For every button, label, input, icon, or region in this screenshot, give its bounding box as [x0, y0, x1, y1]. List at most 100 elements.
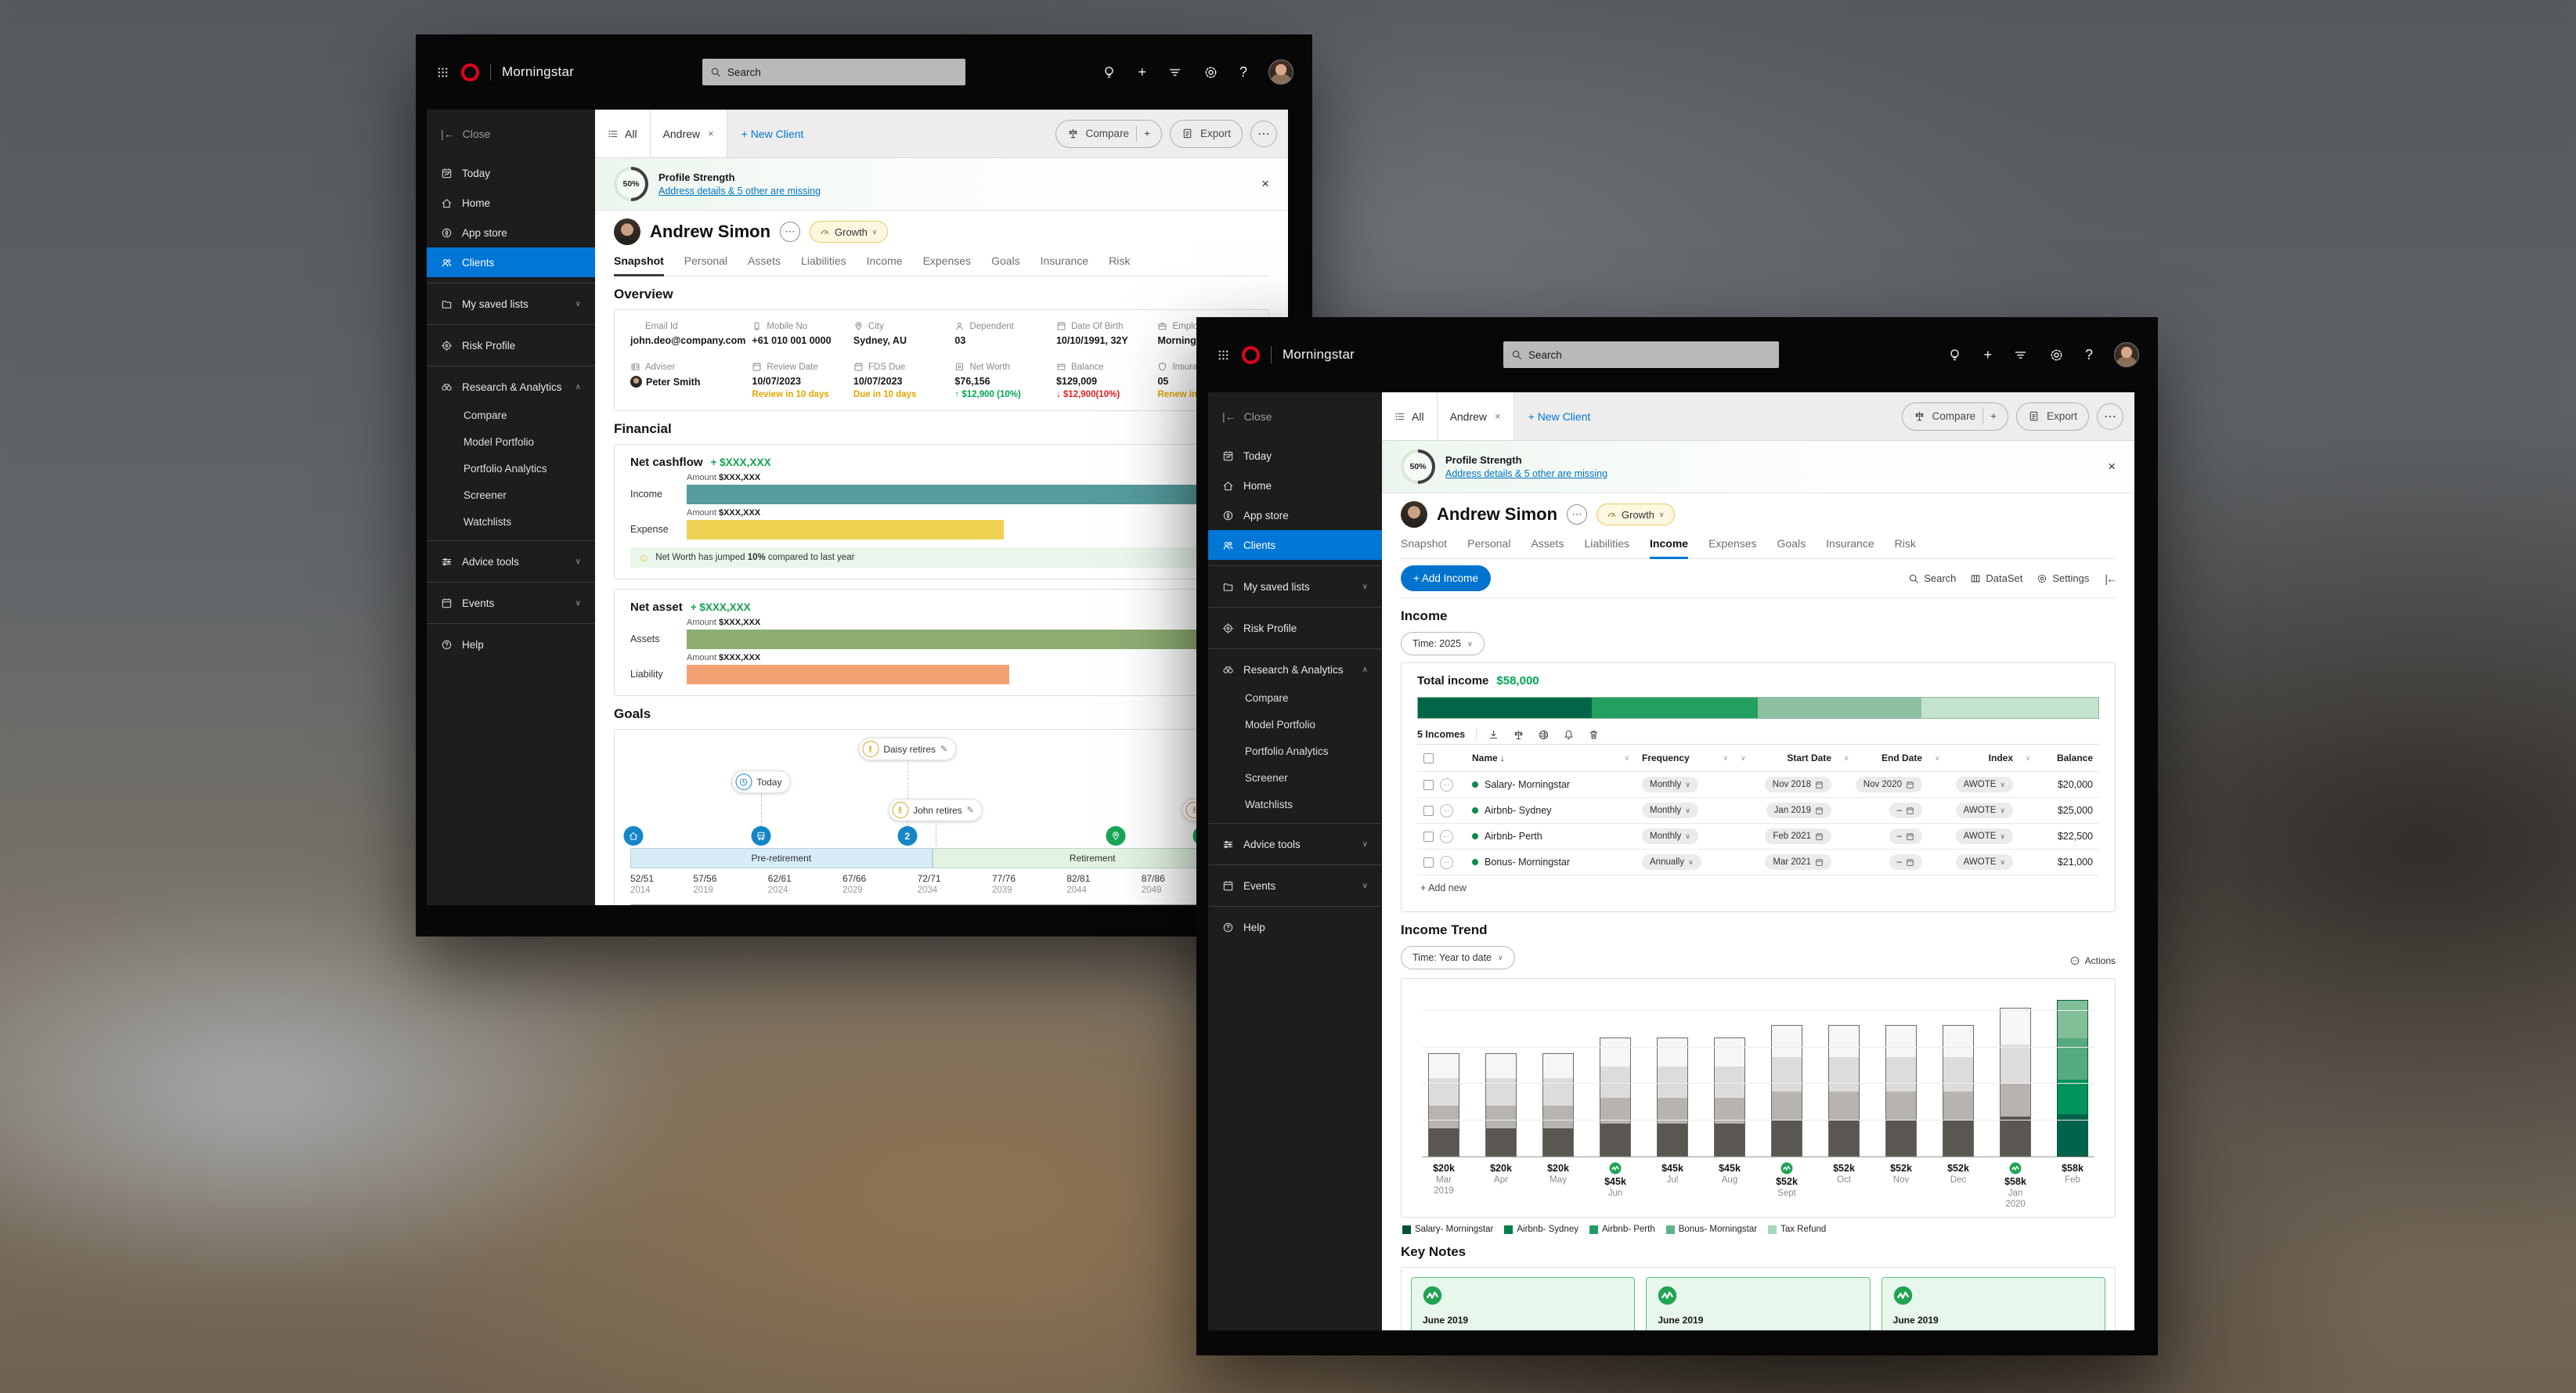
compare-add-icon[interactable]: + [1990, 410, 1997, 422]
row-more-icon[interactable]: ⋯ [1440, 830, 1453, 843]
gear-icon[interactable] [1203, 65, 1218, 80]
sidebar-subitem-watchlists[interactable]: Watchlists [427, 508, 595, 535]
trend-time-filter-dropdown[interactable]: Time: Year to date ∨ [1401, 946, 1515, 969]
key-note-card[interactable]: June 2019 Income is up by 100% from 20k … [1646, 1277, 1870, 1330]
bar-jan-2020[interactable] [2000, 1008, 2031, 1157]
bar-sept[interactable] [1771, 1025, 1802, 1157]
frequency-dropdown[interactable]: Annually ∨ [1642, 854, 1701, 870]
add-income-button[interactable]: + Add Income [1401, 565, 1491, 591]
search-input[interactable]: Search [702, 59, 965, 85]
tab-insurance[interactable]: Insurance [1041, 248, 1088, 276]
actions-button[interactable]: Actions [2069, 955, 2116, 966]
tab-risk[interactable]: Risk [1109, 248, 1130, 276]
compare-button[interactable]: Compare + [1055, 120, 1162, 148]
search-input[interactable]: Search [1503, 341, 1779, 368]
tab-expenses[interactable]: Expenses [923, 248, 971, 276]
start-date-picker[interactable]: Mar 2021 [1765, 854, 1831, 870]
tab-snapshot[interactable]: Snapshot [1401, 531, 1447, 558]
end-date-picker[interactable]: Nov 2020 [1856, 777, 1922, 792]
bar-aug[interactable] [1714, 1038, 1745, 1157]
scales-icon[interactable] [1513, 729, 1524, 741]
bar-feb[interactable] [2057, 1000, 2088, 1157]
key-note-card[interactable]: June 2019 Income is up by 100% from 20k … [1881, 1277, 2105, 1330]
goal-marker-location-goal[interactable] [1106, 826, 1126, 846]
collapse-panel-icon[interactable]: |← [2105, 572, 2116, 585]
bar-jun[interactable] [1600, 1038, 1631, 1157]
new-client-button[interactable]: + New Client [727, 110, 818, 157]
risk-profile-pill[interactable]: Growth ∨ [810, 221, 888, 243]
table-row[interactable]: ⋯ Salary- Morningstar Monthly ∨ Nov 2018… [1417, 772, 2099, 798]
row-checkbox[interactable] [1423, 780, 1434, 790]
sidebar-item-app-store[interactable]: App store [427, 218, 595, 247]
frequency-dropdown[interactable]: Monthly ∨ [1642, 777, 1698, 792]
settings-tool-button[interactable]: Settings [2037, 572, 2089, 584]
table-row[interactable]: ⋯ Airbnb- Sydney Monthly ∨ Jan 2019 – AW… [1417, 798, 2099, 824]
tab-expenses[interactable]: Expenses [1708, 531, 1756, 558]
tab-snapshot[interactable]: Snapshot [614, 248, 664, 276]
sidebar-item-advice-tools[interactable]: Advice tools∨ [427, 547, 595, 576]
export-button[interactable]: Export [1170, 120, 1243, 148]
column-filter-icon[interactable]: ∨ [1935, 754, 1940, 763]
tab-income[interactable]: Income [1650, 531, 1688, 558]
start-date-picker[interactable]: Feb 2021 [1765, 828, 1831, 844]
column-header-name[interactable]: Name ↓∨ [1466, 752, 1636, 763]
export-button[interactable]: Export [2016, 402, 2089, 431]
bar-jul[interactable] [1657, 1038, 1688, 1157]
column-header-index[interactable]: ∨Index [1928, 752, 2019, 763]
question-icon[interactable]: ? [1239, 64, 1247, 81]
tab-goals[interactable]: Goals [1777, 531, 1806, 558]
banner-close-icon[interactable]: × [1261, 176, 1269, 192]
client-more-button[interactable]: ⋯ [1567, 504, 1587, 525]
compare-button[interactable]: Compare + [1902, 402, 2008, 431]
goal-marker-grouped-goals[interactable]: 2 [897, 826, 917, 846]
tab-personal[interactable]: Personal [684, 248, 727, 276]
sidebar-item-advice-tools[interactable]: Advice tools∨ [1208, 829, 1382, 859]
sidebar-subitem-portfolio-analytics[interactable]: Portfolio Analytics [427, 455, 595, 482]
sidebar-subitem-model-portfolio[interactable]: Model Portfolio [427, 428, 595, 455]
sidebar-item-home[interactable]: Home [1208, 471, 1382, 500]
tab-all-clients[interactable]: All [1382, 392, 1438, 440]
frequency-dropdown[interactable]: Monthly ∨ [1642, 828, 1698, 844]
row-checkbox[interactable] [1423, 832, 1434, 842]
user-avatar[interactable] [2114, 342, 2139, 367]
bulb-icon[interactable] [1102, 65, 1117, 80]
user-avatar[interactable] [1268, 60, 1293, 85]
table-row[interactable]: ⋯ Airbnb- Perth Monthly ∨ Feb 2021 – AWO… [1417, 824, 2099, 850]
sidebar-item-home[interactable]: Home [427, 188, 595, 218]
sidebar-item-app-store[interactable]: App store [1208, 500, 1382, 530]
sidebar-subitem-compare[interactable]: Compare [427, 402, 595, 428]
tab-liabilities[interactable]: Liabilities [1584, 531, 1629, 558]
sidebar-item-clients[interactable]: Clients [1208, 530, 1382, 560]
filter-icon[interactable] [2013, 348, 2028, 363]
row-more-icon[interactable]: ⋯ [1440, 804, 1453, 817]
app-grid-icon[interactable] [1215, 347, 1231, 363]
close-tab-icon[interactable]: × [1495, 410, 1501, 422]
sidebar-item-clients[interactable]: Clients [427, 247, 595, 277]
trash-icon[interactable] [1588, 729, 1600, 741]
sidebar-subitem-compare[interactable]: Compare [1208, 684, 1382, 711]
bar-nov[interactable] [1885, 1025, 1917, 1157]
sidebar-item-today[interactable]: Today [1208, 441, 1382, 471]
goal-tooltip-today[interactable]: Today [731, 770, 790, 793]
new-client-button[interactable]: + New Client [1514, 392, 1605, 440]
goal-tooltip-daisy-retires[interactable]: Daisy retires✎ [858, 738, 956, 760]
sidebar-item-research-analytics[interactable]: Research & Analytics∧ [1208, 655, 1382, 684]
dataset-tool-button[interactable]: DataSet [1970, 572, 2022, 584]
filter-icon[interactable] [1167, 65, 1182, 80]
tab-assets[interactable]: Assets [748, 248, 781, 276]
sidebar-subitem-watchlists[interactable]: Watchlists [1208, 791, 1382, 817]
sidebar-item-risk-profile[interactable]: Risk Profile [1208, 613, 1382, 643]
gear-icon[interactable] [2049, 348, 2064, 363]
column-filter-icon[interactable]: ∨ [1624, 754, 1629, 763]
column-header-end-date[interactable]: ∨End Date [1838, 752, 1928, 763]
start-date-picker[interactable]: Nov 2018 [1765, 777, 1831, 792]
column-header-start-date[interactable]: ∨Start Date [1734, 752, 1838, 763]
tab-income[interactable]: Income [867, 248, 903, 276]
tab-insurance[interactable]: Insurance [1826, 531, 1874, 558]
sidebar-subitem-screener[interactable]: Screener [427, 482, 595, 508]
sidebar-item-research-analytics[interactable]: Research & Analytics∧ [427, 372, 595, 402]
bar-may[interactable] [1542, 1053, 1574, 1157]
milestone-icon[interactable] [1600, 1162, 1631, 1175]
tab-all-clients[interactable]: All [595, 110, 651, 157]
tab-assets[interactable]: Assets [1531, 531, 1564, 558]
